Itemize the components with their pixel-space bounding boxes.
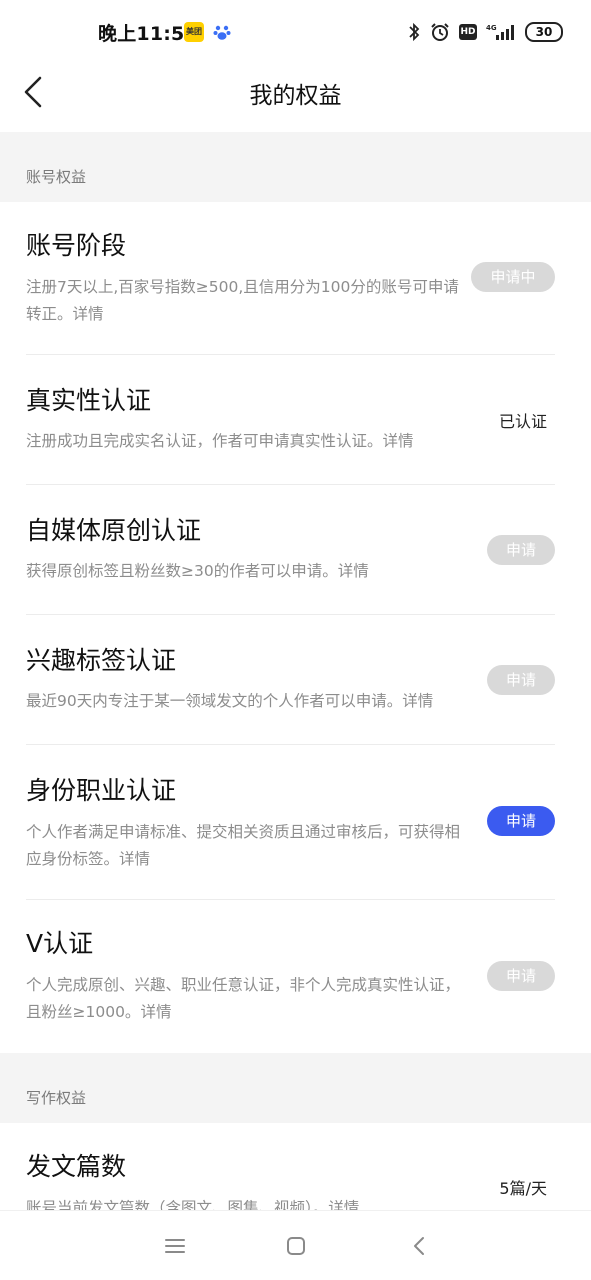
details-link[interactable]: 详情 [119, 850, 150, 868]
section-header-writing: 写作权益 [0, 1053, 591, 1123]
section-title: 账号权益 [26, 168, 87, 186]
page-title: 我的权益 [249, 83, 342, 109]
apply-button[interactable]: 申请 [487, 535, 555, 565]
menu-icon[interactable] [160, 1231, 190, 1261]
status-icons: HD 4G 30 [407, 20, 563, 44]
apply-button[interactable]: 申请 [487, 806, 555, 836]
row-description: 注册成功且完成实名认证，作者可申请真实性认证。详情 [26, 432, 414, 450]
row-title: 账号阶段 [26, 231, 127, 260]
row-description: 个人完成原创、兴趣、职业任意认证，非个人完成真实性认证，且粉丝≥1000。详情 [26, 976, 461, 1021]
details-link[interactable]: 详情 [402, 692, 433, 710]
list-item-original-creator[interactable]: 自媒体原创认证 获得原创标签且粉丝数≥30的作者可以申请。详情 申请 [0, 485, 591, 615]
row-description: 个人作者满足申请标准、提交相关资质且通过审核后，可获得相应身份标签。详情 [26, 823, 461, 868]
section-title: 写作权益 [26, 1089, 87, 1107]
list-item-v-verification[interactable]: V认证 个人完成原创、兴趣、职业任意认证，非个人完成真实性认证，且粉丝≥1000… [0, 900, 591, 1053]
row-title: 真实性认证 [26, 386, 152, 415]
verified-status: 已认证 [498, 412, 547, 431]
bluetooth-icon [409, 22, 420, 42]
list-item-interest-tag[interactable]: 兴趣标签认证 最近90天内专注于某一领域发文的个人作者可以申请。详情 申请 [0, 615, 591, 745]
section-header-account: 账号权益 [0, 132, 591, 202]
row-description: 获得原创标签且粉丝数≥30的作者可以申请。详情 [26, 562, 369, 580]
home-icon[interactable] [281, 1231, 311, 1261]
details-link[interactable]: 详情 [338, 562, 369, 580]
meituan-app-icon: 美团 [184, 22, 204, 42]
list-item-account-stage[interactable]: 账号阶段 注册7天以上,百家号指数≥500,且信用分为100分的账号可申请转正。… [0, 202, 591, 355]
status-bar: 晚上11:57 美团 HD 4G 30 [0, 0, 591, 62]
back-icon[interactable] [405, 1231, 435, 1261]
baidu-paw-icon [213, 25, 231, 40]
hd-icon: HD [459, 24, 477, 40]
battery-indicator: 30 [525, 22, 563, 42]
apply-button[interactable]: 申请 [487, 665, 555, 695]
row-title: 发文篇数 [26, 1152, 127, 1181]
list-item-post-count[interactable]: 发文篇数 账号当前发文篇数（含图文、图集、视频）。详情 5篇/天 [0, 1123, 591, 1213]
row-title: 身份职业认证 [26, 776, 177, 805]
apply-pending-button[interactable]: 申请中 [471, 262, 555, 292]
list-item-profession[interactable]: 身份职业认证 个人作者满足申请标准、提交相关资质且通过审核后，可获得相应身份标签… [0, 745, 591, 900]
details-link[interactable]: 详情 [383, 432, 414, 450]
row-title: 自媒体原创认证 [26, 516, 202, 545]
signal-icon: 4G [486, 24, 514, 40]
row-description: 最近90天内专注于某一领域发文的个人作者可以申请。详情 [26, 692, 434, 710]
apply-button[interactable]: 申请 [487, 961, 555, 991]
svg-text:4G: 4G [486, 24, 497, 32]
row-title: V认证 [26, 929, 94, 958]
row-title: 兴趣标签认证 [26, 646, 177, 675]
alarm-icon [431, 23, 449, 41]
details-link[interactable]: 详情 [140, 1003, 171, 1021]
system-nav-bar [0, 1210, 591, 1280]
list-item-authenticity[interactable]: 真实性认证 注册成功且完成实名认证，作者可申请真实性认证。详情 已认证 [0, 355, 591, 485]
row-description: 注册7天以上,百家号指数≥500,且信用分为100分的账号可申请转正。详情 [26, 278, 459, 323]
status-time: 晚上11:57 [98, 23, 198, 45]
post-quota-value: 5篇/天 [499, 1179, 547, 1198]
details-link[interactable]: 详情 [73, 305, 104, 323]
nav-bar: 我的权益 [0, 62, 591, 132]
